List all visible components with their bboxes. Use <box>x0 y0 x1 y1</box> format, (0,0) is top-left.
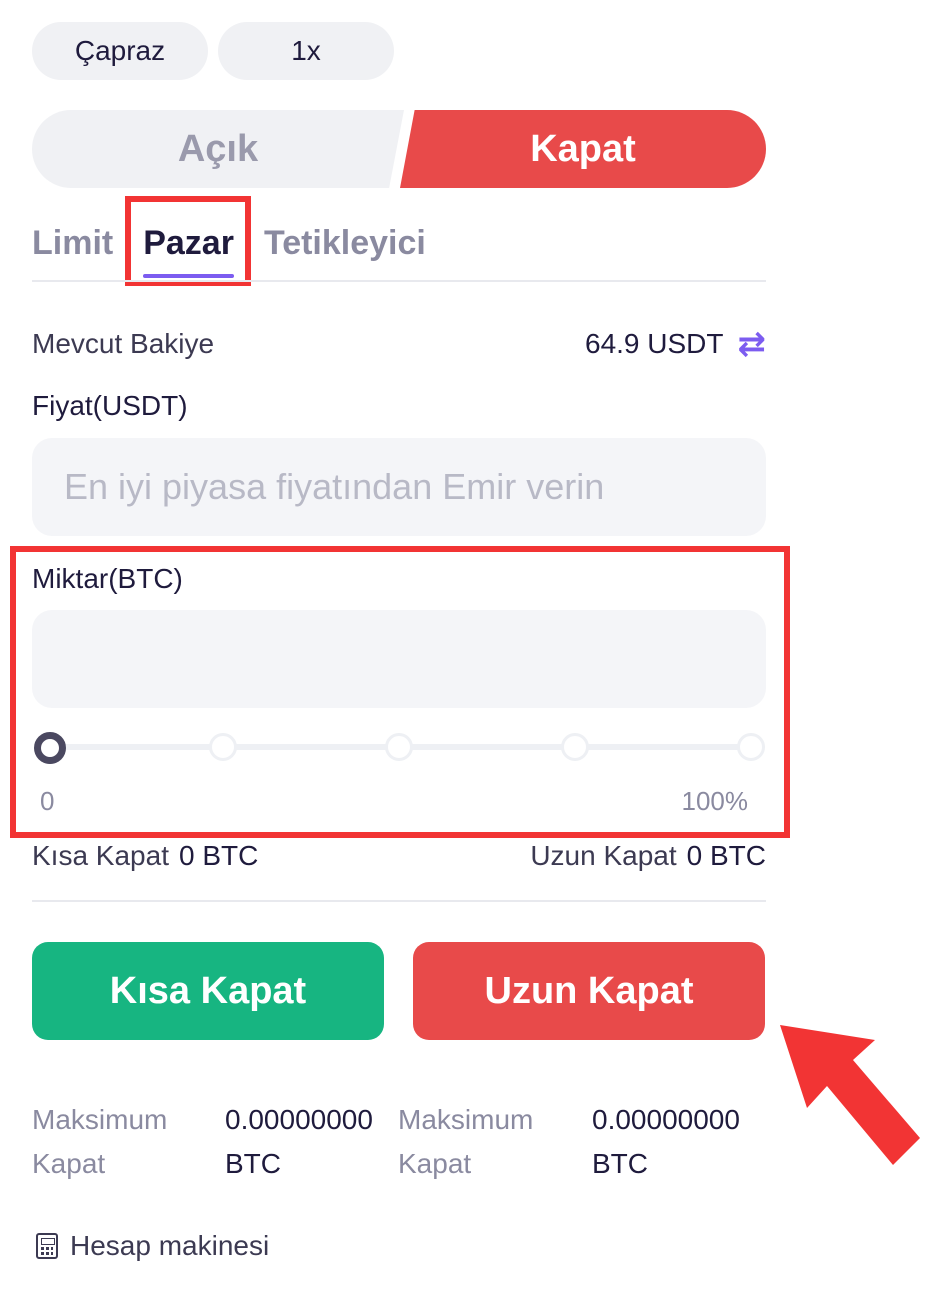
open-tab[interactable]: Açık <box>32 110 404 188</box>
highlight-box-market-tab <box>125 196 251 286</box>
margin-mode-button[interactable]: Çapraz <box>32 22 208 80</box>
close-short-button[interactable]: Kısa Kapat <box>32 942 384 1040</box>
tab-limit[interactable]: Limit <box>32 218 113 268</box>
max-close-short-value: 0.00000000 BTC <box>225 1098 373 1186</box>
leverage-button[interactable]: 1x <box>218 22 394 80</box>
long-position-value: 0 BTC <box>686 840 766 871</box>
slider-step-100[interactable] <box>737 733 765 761</box>
tab-trigger[interactable]: Tetikleyici <box>264 218 426 268</box>
max-close-short-label: Maksimum Kapat <box>32 1098 167 1186</box>
max-close-long-label-line1: Maksimum <box>398 1104 534 1135</box>
close-long-button[interactable]: Uzun Kapat <box>413 942 765 1040</box>
amount-input[interactable] <box>32 610 766 708</box>
balance-label: Mevcut Bakiye <box>32 328 215 359</box>
long-position-info: Uzun Kapat 0 BTC <box>530 840 766 872</box>
price-input[interactable]: En iyi piyasa fiyatından Emir verin <box>32 438 766 536</box>
max-close-short-label-line2: Kapat <box>32 1148 106 1179</box>
max-close-short-value-line2: BTC <box>225 1148 281 1179</box>
tabs-divider <box>32 280 766 282</box>
slider-handle[interactable] <box>34 732 66 764</box>
calculator-link[interactable]: Hesap makinesi <box>36 1230 269 1262</box>
max-close-long-value-line2: BTC <box>592 1148 648 1179</box>
balance-row: Mevcut Bakiye 64.9 USDT ⇄ <box>32 324 766 364</box>
calculator-icon <box>36 1233 58 1259</box>
leverage-label: 1x <box>291 35 321 66</box>
close-short-button-label: Kısa Kapat <box>109 969 307 1012</box>
price-label: Fiyat(USDT) <box>32 390 188 421</box>
calculator-label: Hesap makinesi <box>70 1230 270 1261</box>
long-position-label: Uzun Kapat <box>530 840 677 871</box>
close-tab-label: Kapat <box>530 127 636 170</box>
slider-step-25[interactable] <box>209 733 237 761</box>
max-close-short-value-line1: 0.00000000 <box>225 1104 373 1135</box>
slider-max-label: 100% <box>681 786 749 816</box>
slider-step-75[interactable] <box>561 733 589 761</box>
pointer-arrow-icon <box>780 1025 920 1165</box>
side-toggle: Açık Kapat <box>32 110 766 188</box>
short-position-value: 0 BTC <box>178 840 259 871</box>
slider-step-50[interactable] <box>385 733 413 761</box>
max-close-long-label-line2: Kapat <box>398 1148 472 1179</box>
max-close-long-value-line1: 0.00000000 <box>592 1104 740 1135</box>
close-tab[interactable]: Kapat <box>400 110 766 188</box>
margin-mode-label: Çapraz <box>74 35 166 66</box>
balance-value-group: 64.9 USDT ⇄ <box>585 324 766 364</box>
positions-divider <box>32 900 766 902</box>
amount-label: Miktar(BTC) <box>32 563 183 594</box>
balance-value: 64.9 USDT <box>585 328 724 359</box>
swap-arrows-icon[interactable]: ⇄ <box>738 324 767 364</box>
short-position-info: Kısa Kapat 0 BTC <box>32 840 258 872</box>
max-close-short-label-line1: Maksimum <box>32 1104 168 1135</box>
slider-min-label: 0 <box>40 786 55 816</box>
close-long-button-label: Uzun Kapat <box>484 969 694 1012</box>
max-close-long-label: Maksimum Kapat <box>398 1098 533 1186</box>
open-tab-label: Açık <box>177 127 259 170</box>
price-placeholder: En iyi piyasa fiyatından Emir verin <box>64 466 605 507</box>
short-position-label: Kısa Kapat <box>32 840 169 871</box>
max-close-long-value: 0.00000000 BTC <box>592 1098 740 1186</box>
